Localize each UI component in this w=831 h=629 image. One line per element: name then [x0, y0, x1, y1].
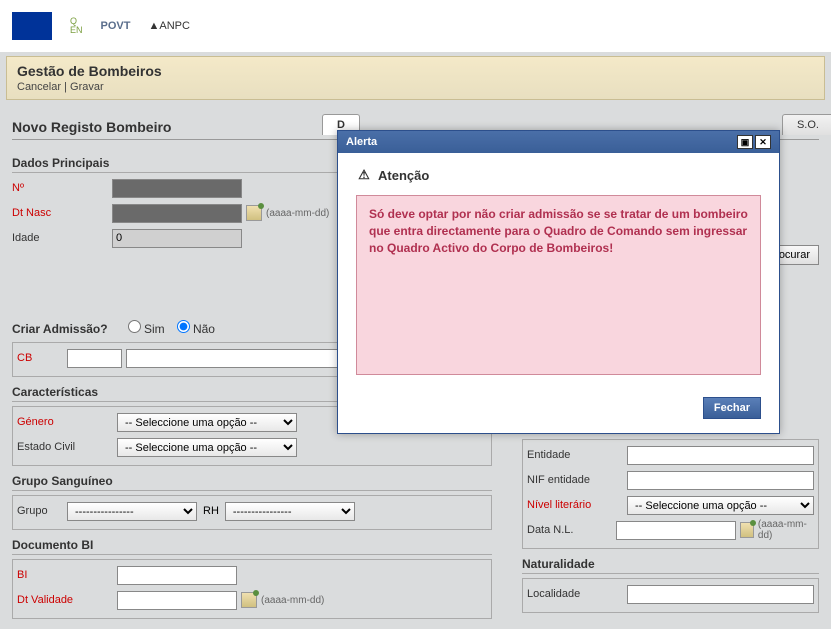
input-localidade[interactable] [627, 585, 814, 604]
section-naturalidade: Naturalidade [522, 557, 819, 574]
modal-minimize-icon[interactable]: ▣ [737, 135, 753, 149]
input-nif-entidade[interactable] [627, 471, 814, 490]
input-cb-code[interactable] [67, 349, 122, 368]
input-idade [112, 229, 242, 248]
select-genero[interactable]: -- Seleccione uma opção -- [117, 413, 297, 432]
label-rh: RH [203, 505, 219, 517]
modal-message: Só deve optar por não criar admissão se … [356, 195, 761, 375]
alert-modal: Alerta ▣ ✕ ⚠ Atenção Só deve optar por n… [337, 130, 780, 434]
title-actions: Cancelar | Gravar [17, 81, 814, 93]
input-cb-name[interactable] [126, 349, 366, 368]
page-title: Novo Registo Bombeiro [12, 119, 322, 135]
input-dt-validade[interactable] [117, 591, 237, 610]
modal-titlebar: Alerta ▣ ✕ [338, 131, 779, 153]
label-nif-entidade: NIF entidade [527, 474, 627, 486]
label-nivel-literario: Nível literário [527, 499, 627, 511]
date-hint: (aaaa-mm-dd) [261, 595, 324, 606]
radio-nao[interactable]: Não [177, 320, 215, 336]
label-genero: Género [17, 416, 117, 428]
input-no[interactable] [112, 179, 242, 198]
date-hint: (aaaa-mm-dd) [266, 208, 329, 219]
save-link[interactable]: Gravar [70, 81, 104, 93]
date-hint: (aaaa-mm-dd) [758, 519, 814, 541]
fechar-button[interactable]: Fechar [703, 397, 761, 419]
section-grupo-sanguineo: Grupo Sanguíneo [12, 474, 492, 491]
label-idade: Idade [12, 232, 112, 244]
warning-icon: ⚠ [356, 167, 372, 183]
label-dt-validade: Dt Validade [17, 594, 117, 606]
section-documento-bi: Documento BI [12, 538, 492, 555]
select-rh[interactable]: ---------------- [225, 502, 355, 521]
input-bi[interactable] [117, 566, 237, 585]
povt-logo: POVT [101, 20, 131, 32]
eu-flag-logo [12, 12, 52, 40]
label-cb: CB [17, 352, 67, 364]
calendar-icon[interactable] [246, 205, 262, 221]
select-nivel-literario[interactable]: -- Seleccione uma opção -- [627, 496, 814, 515]
modal-heading: ⚠ Atenção [356, 167, 761, 183]
input-dt-nasc[interactable] [112, 204, 242, 223]
cancel-link[interactable]: Cancelar [17, 81, 61, 93]
label-bi: BI [17, 569, 117, 581]
input-data-nl[interactable] [616, 521, 736, 540]
qren-logo: QEN [70, 17, 83, 35]
tab-so[interactable]: S.O. [782, 114, 831, 135]
header-logos: QEN POVT ▲ANPC [0, 0, 831, 52]
calendar-icon[interactable] [241, 592, 257, 608]
select-grupo[interactable]: ---------------- [67, 502, 197, 521]
page-module-title: Gestão de Bombeiros [17, 63, 814, 79]
anpc-logo: ▲ANPC [148, 20, 189, 32]
calendar-icon[interactable] [740, 522, 754, 538]
select-estado-civil[interactable]: -- Seleccione uma opção -- [117, 438, 297, 457]
label-localidade: Localidade [527, 588, 627, 600]
modal-close-icon[interactable]: ✕ [755, 135, 771, 149]
label-estado-civil: Estado Civil [17, 441, 117, 453]
input-entidade[interactable] [627, 446, 814, 465]
radio-sim[interactable]: Sim [128, 320, 165, 336]
label-entidade: Entidade [527, 449, 627, 461]
label-dt-nasc: Dt Nasc [12, 207, 112, 219]
label-data-nl: Data N.L. [527, 524, 616, 536]
label-grupo: Grupo [17, 505, 67, 517]
modal-title-text: Alerta [346, 136, 377, 148]
title-bar: Gestão de Bombeiros Cancelar | Gravar [6, 56, 825, 100]
label-no: Nº [12, 182, 112, 194]
